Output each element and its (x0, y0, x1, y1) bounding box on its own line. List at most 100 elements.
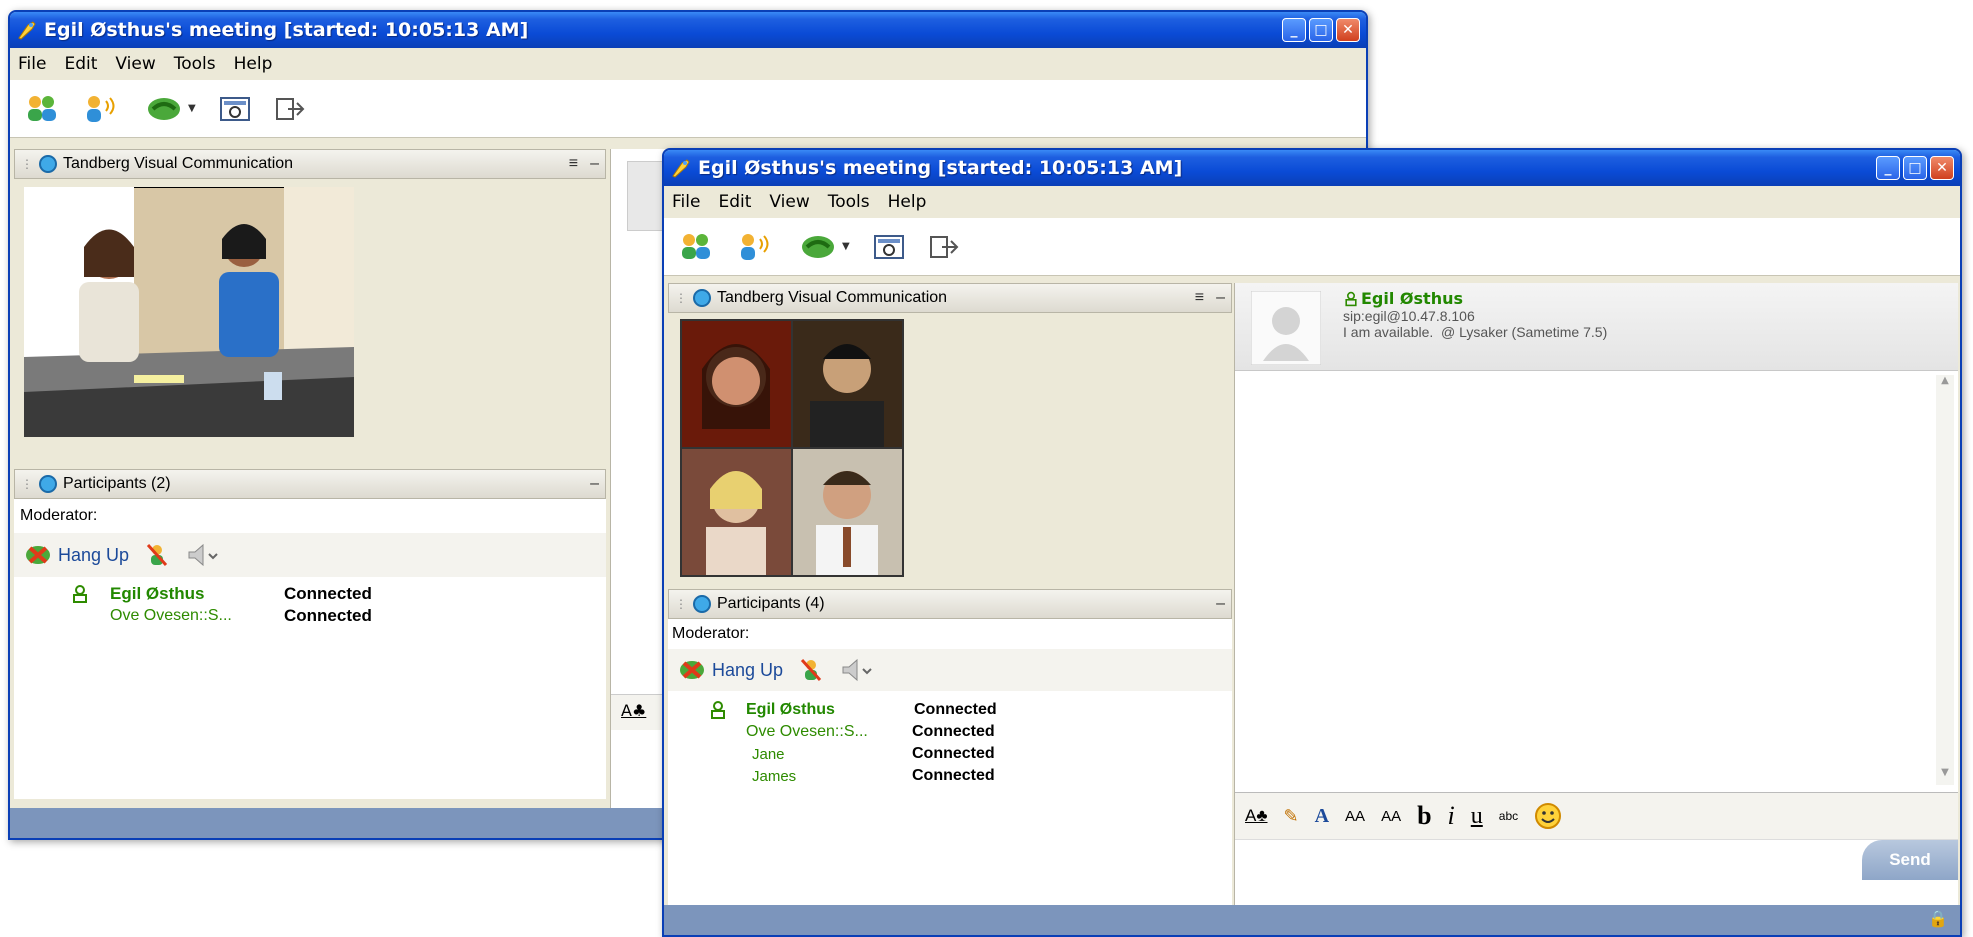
close-button[interactable]: ✕ (1336, 18, 1360, 42)
font-size-large-button[interactable]: AA (1381, 808, 1401, 825)
menu-view[interactable]: View (115, 54, 155, 74)
participant-status: Connected (284, 584, 372, 603)
participant-name: Ove Ovesen::S... (110, 607, 232, 624)
font-size-small-button[interactable]: AA (1345, 808, 1365, 825)
scrollbar[interactable]: ▲ ▼ (1936, 375, 1954, 785)
grip-handle[interactable]: ⋮ (21, 477, 33, 491)
exit-meeting-icon[interactable] (928, 232, 962, 262)
grip-handle[interactable]: ⋮ (675, 597, 687, 611)
video-feed-image (24, 187, 354, 437)
chevron-down-icon: ▼ (842, 241, 850, 252)
invite-people-icon[interactable] (678, 231, 714, 263)
screen-share-icon[interactable] (872, 232, 906, 262)
volume-dropdown-icon[interactable] (185, 542, 219, 568)
menu-edit[interactable]: Edit (718, 192, 751, 212)
minimize-button[interactable]: _ (1876, 156, 1900, 180)
smiley-icon[interactable] (1534, 802, 1562, 830)
maximize-button[interactable]: □ (1903, 156, 1927, 180)
maximize-button[interactable]: □ (1309, 18, 1333, 42)
panel-minimize-icon[interactable]: – (590, 475, 599, 493)
participants-panel-header: ⋮ Participants (2) – (14, 469, 606, 499)
hang-up-label: Hang Up (58, 544, 130, 565)
video-area (668, 313, 1232, 589)
menu-tools[interactable]: Tools (828, 192, 870, 212)
italic-button[interactable]: i (1448, 801, 1455, 831)
menu-bar: File Edit View Tools Help (10, 48, 1366, 80)
title-bar[interactable]: Egil Østhus's meeting [started: 10:05:13… (10, 12, 1366, 48)
toolbar: ▼ (10, 80, 1366, 138)
list-item[interactable]: James Connected (668, 765, 1232, 787)
underline-button[interactable]: u (1471, 803, 1483, 830)
contact-header: Egil Østhus sip:egil@10.47.8.106 I am av… (1235, 283, 1958, 371)
send-label: Send (1889, 850, 1931, 869)
menu-edit[interactable]: Edit (64, 54, 97, 74)
participant-status: Connected (912, 745, 995, 762)
list-item[interactable]: Egil Østhus Connected (668, 699, 1232, 721)
spell-check-button[interactable]: abc (1499, 809, 1518, 823)
font-style-icon[interactable]: A (1315, 805, 1329, 828)
contact-name: Egil Østhus (1361, 289, 1463, 308)
mute-icon[interactable] (799, 657, 823, 683)
window-title: Egil Østhus's meeting [started: 10:05:13… (44, 19, 529, 41)
front-meeting-window: Egil Østhus's meeting [started: 10:05:13… (662, 148, 1962, 937)
search-icon (693, 289, 711, 307)
participants-panel-header: ⋮ Participants (4) – (668, 589, 1232, 619)
title-bar[interactable]: Egil Østhus's meeting [started: 10:05:13… (664, 150, 1960, 186)
moderator-label: Moderator: (14, 499, 606, 533)
scroll-up-icon[interactable]: ▲ (1936, 375, 1954, 393)
message-input[interactable]: Send (1235, 839, 1958, 889)
search-icon (39, 475, 57, 493)
phone-dropdown[interactable]: ▼ (798, 231, 850, 263)
scroll-down-icon[interactable]: ▼ (1936, 767, 1954, 785)
menu-tools[interactable]: Tools (174, 54, 216, 74)
chat-transcript[interactable]: ▲ ▼ (1235, 371, 1958, 793)
participant-name: Egil Østhus (746, 701, 835, 718)
list-item[interactable]: Ove Ovesen::S... Connected (668, 721, 1232, 743)
screen-share-icon[interactable] (218, 94, 252, 124)
avatar (1251, 291, 1321, 365)
font-color-icon[interactable]: A♣ (621, 701, 646, 720)
panel-minimize-icon[interactable]: – (590, 155, 599, 173)
video-panel-header: ⋮ Tandberg Visual Communication ≡ – (668, 283, 1232, 313)
video-panel-title: Tandberg Visual Communication (63, 155, 294, 172)
panel-minimize-icon[interactable]: – (1216, 289, 1225, 307)
phone-dropdown[interactable]: ▼ (144, 93, 196, 125)
font-color-icon[interactable]: A♣ (1245, 806, 1268, 826)
bold-button[interactable]: b (1417, 801, 1431, 831)
grip-handle[interactable]: ⋮ (675, 291, 687, 305)
list-item[interactable]: Egil Østhus Connected (14, 583, 606, 605)
sametime-app-icon (18, 21, 36, 40)
hang-up-button[interactable]: Hang Up (24, 542, 129, 568)
audio-person-icon[interactable] (736, 231, 776, 263)
grip-handle[interactable]: ⋮ (21, 157, 33, 171)
participant-name: James (752, 767, 797, 785)
hang-up-button[interactable]: Hang Up (678, 657, 783, 683)
list-item[interactable]: Ove Ovesen::S... Connected (14, 605, 606, 627)
panel-options-icon[interactable]: ≡ (1195, 289, 1204, 307)
highlight-icon[interactable]: ✎ (1284, 806, 1299, 827)
menu-file[interactable]: File (18, 54, 46, 74)
lock-icon: 🔒 (1928, 909, 1948, 928)
menu-help[interactable]: Help (234, 54, 273, 74)
menu-view[interactable]: View (769, 192, 809, 212)
mute-icon[interactable] (145, 542, 169, 568)
panel-options-icon[interactable]: ≡ (569, 155, 578, 173)
close-button[interactable]: ✕ (1930, 156, 1954, 180)
video-area (14, 179, 606, 469)
window-title: Egil Østhus's meeting [started: 10:05:13… (698, 157, 1183, 179)
send-button[interactable]: Send (1862, 840, 1958, 880)
left-column: ⋮ Tandberg Visual Communication ≡ – ⋮ Pa… (668, 283, 1232, 909)
video-panel-header: ⋮ Tandberg Visual Communication ≡ – (14, 149, 606, 179)
exit-meeting-icon[interactable] (274, 94, 308, 124)
menu-help[interactable]: Help (888, 192, 927, 212)
minimize-button[interactable]: _ (1282, 18, 1306, 42)
menu-file[interactable]: File (672, 192, 700, 212)
audio-person-icon[interactable] (82, 93, 122, 125)
panel-minimize-icon[interactable]: – (1216, 595, 1225, 613)
menu-bar: File Edit View Tools Help (664, 186, 1960, 218)
list-item[interactable]: Jane Connected (668, 743, 1232, 765)
volume-dropdown-icon[interactable] (839, 657, 873, 683)
invite-people-icon[interactable] (24, 93, 60, 125)
participant-name: Jane (752, 745, 785, 763)
participants-panel-title: Participants (2) (63, 475, 171, 492)
